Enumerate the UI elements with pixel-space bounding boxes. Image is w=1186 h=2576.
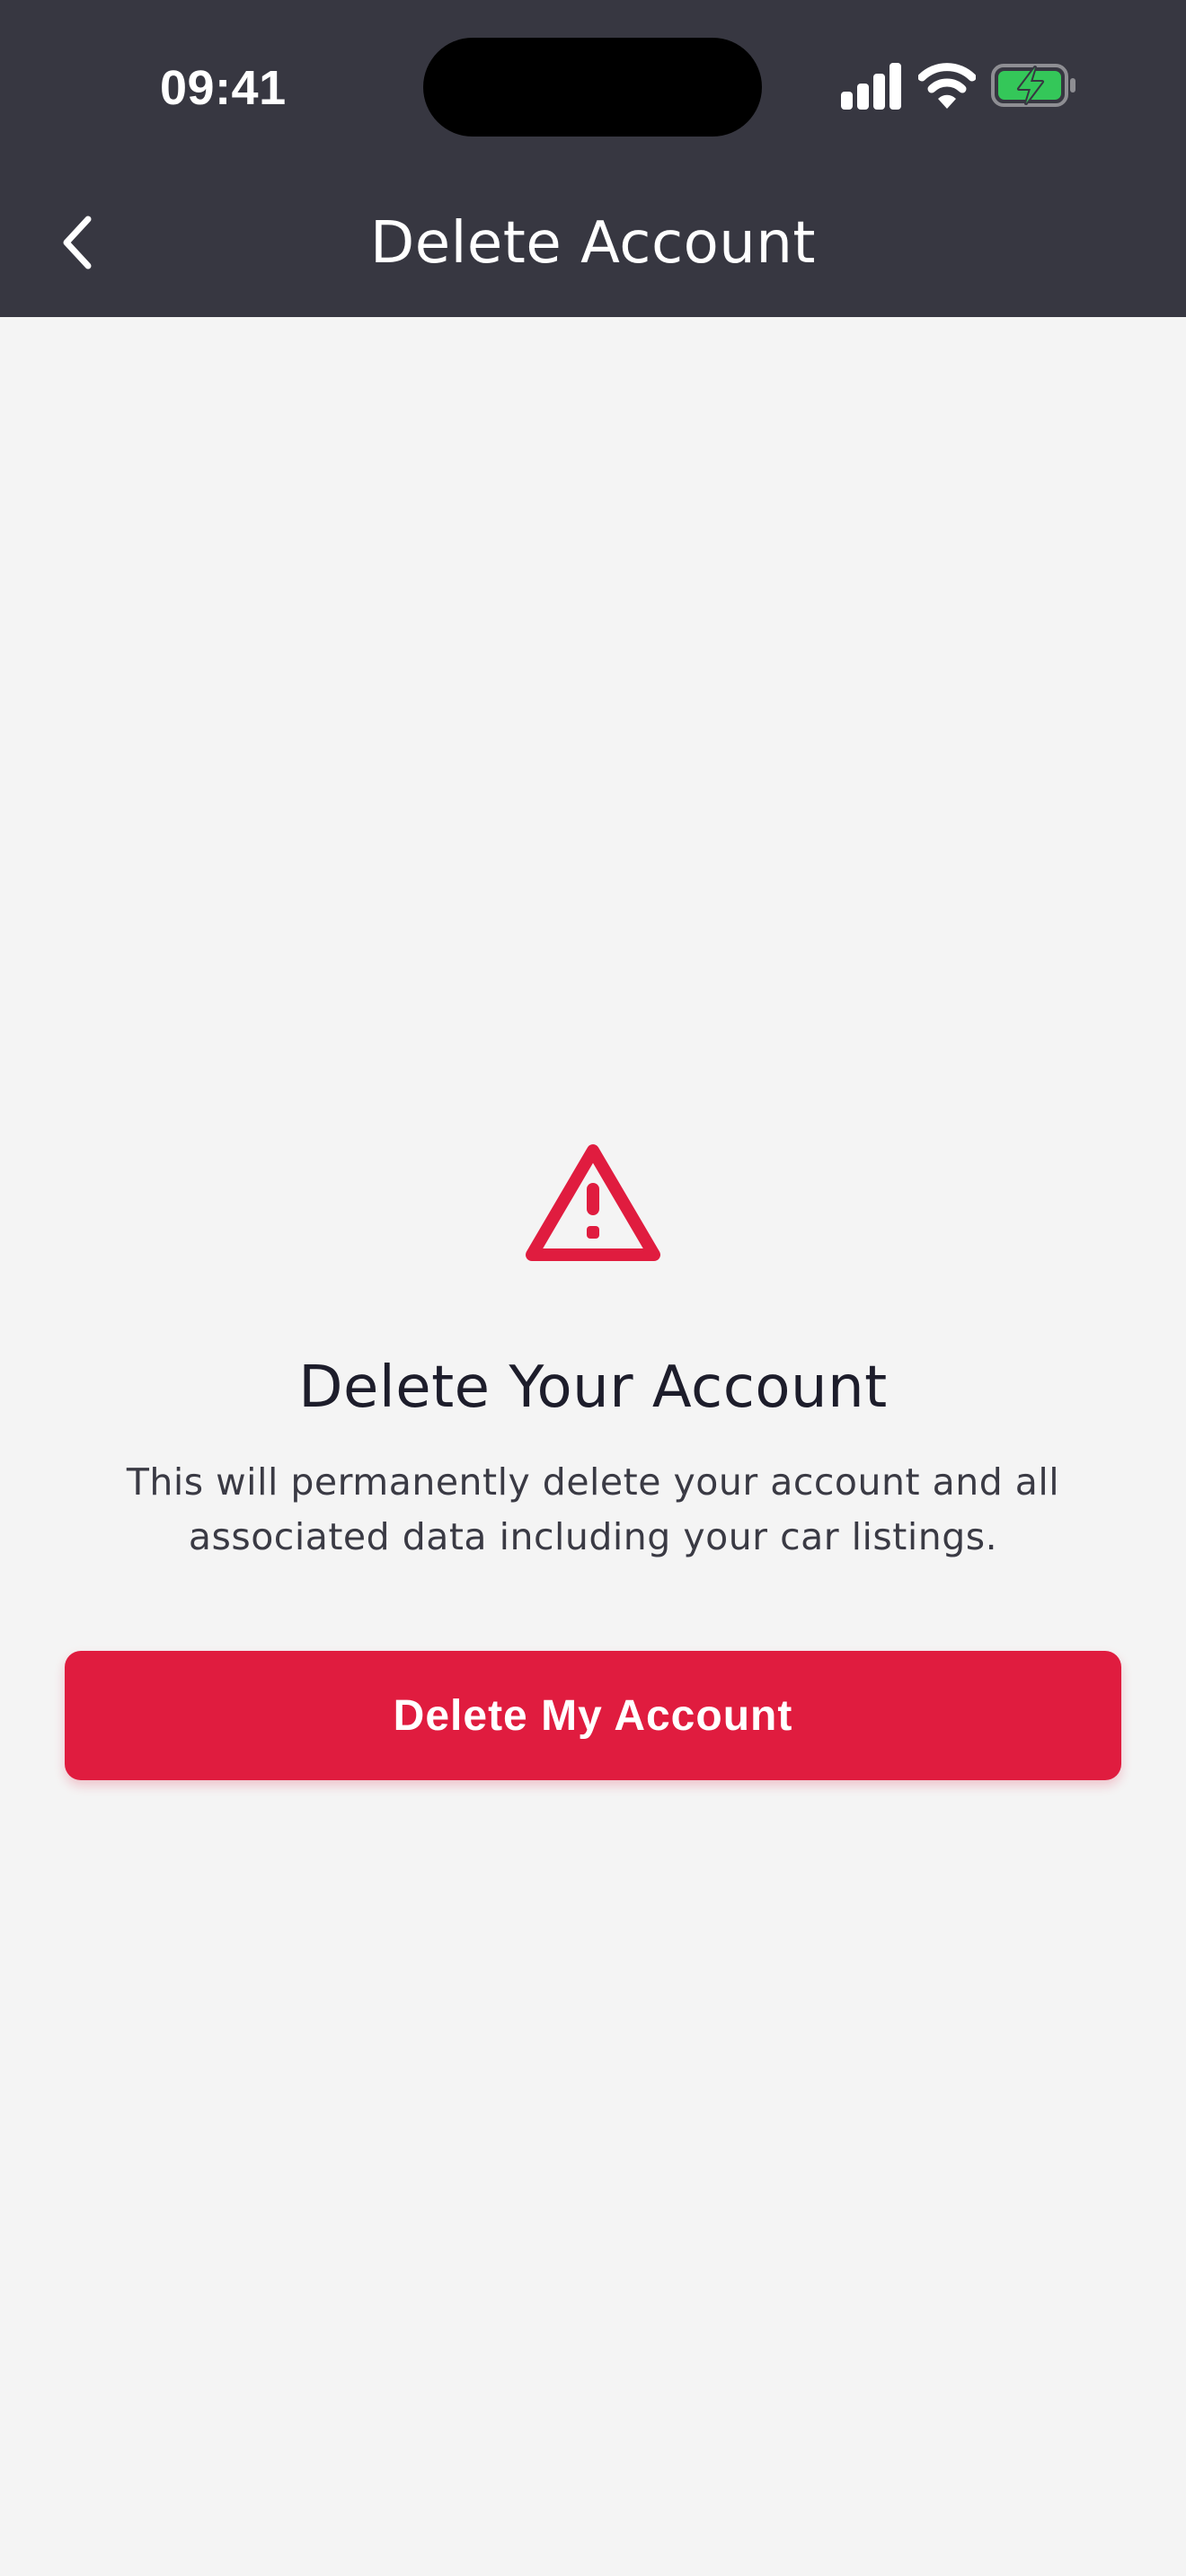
dynamic-island — [423, 38, 762, 137]
delete-account-button-label: Delete My Account — [393, 1691, 793, 1740]
warning-triangle-icon — [521, 1136, 665, 1269]
delete-heading: Delete Your Account — [298, 1354, 888, 1421]
app-header: 09:41 Delete Account — [0, 0, 1186, 317]
delete-description: This will permanently delete your accoun… — [126, 1460, 1060, 1558]
delete-account-button[interactable]: Delete My Account — [65, 1651, 1121, 1780]
page-title: Delete Account — [369, 210, 817, 277]
status-bar-icons — [839, 57, 1078, 113]
back-button[interactable] — [41, 199, 113, 286]
chevron-left-icon — [63, 216, 92, 269]
signal-icon — [839, 57, 904, 117]
status-bar-time: 09:41 — [160, 61, 287, 115]
wifi-icon — [917, 57, 977, 117]
battery-charging-icon — [990, 57, 1078, 117]
